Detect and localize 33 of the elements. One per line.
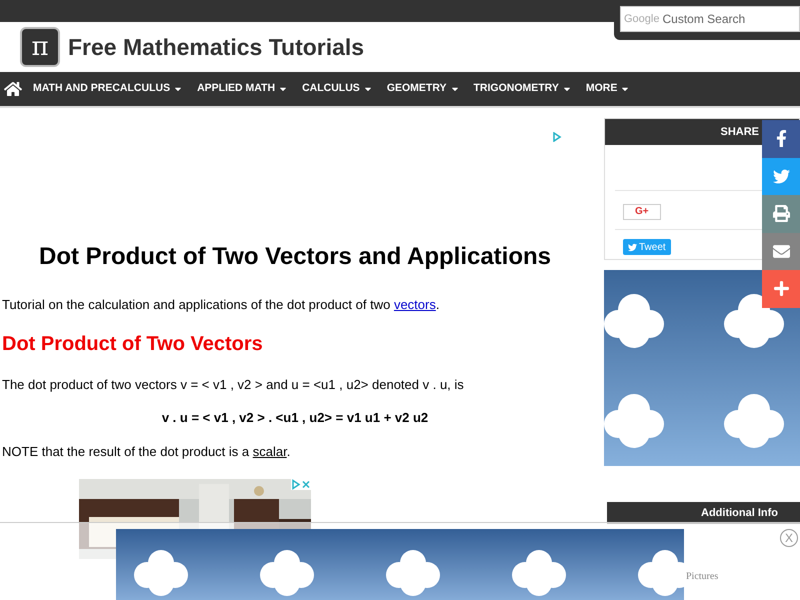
print-share-button[interactable] (762, 195, 800, 232)
more-icon (772, 280, 790, 298)
twitter-share-button[interactable] (762, 158, 800, 195)
more-share-button[interactable] (762, 270, 800, 308)
scalar-link[interactable]: scalar (252, 444, 287, 458)
nav-item[interactable]: CALCULUS (302, 81, 373, 97)
nav-item[interactable]: TRIGONOMETRY (474, 81, 572, 97)
intro-text: Tutorial on the calculation and applications of the dot product of two vectors. (1, 296, 440, 314)
email-share-button[interactable] (762, 232, 800, 270)
email-icon (772, 242, 790, 260)
additional-info-header: Additional Info (607, 502, 800, 524)
nav-item[interactable]: MORE (586, 81, 630, 97)
twitter-icon (772, 168, 790, 185)
facebook-share-button[interactable] (762, 120, 800, 158)
ad-choices-icon[interactable] (552, 132, 562, 142)
search-brand: Google (624, 12, 660, 27)
definition-text: The dot product of two vectors v = < v1 , v2 > and u = <u1 , u2> denoted v . u, is (1, 376, 465, 394)
bird-icon (628, 242, 637, 252)
vectors-link[interactable]: vectors (394, 297, 436, 312)
home-icon[interactable] (4, 81, 22, 97)
print-icon (772, 205, 790, 222)
site-title[interactable]: Free Mathematics Tutorials (68, 30, 364, 64)
nav-item[interactable]: APPLIED MATH (197, 81, 288, 97)
page-title: Dot Product of Two Vectors and Applications (38, 242, 552, 272)
logo-icon[interactable]: π (20, 27, 60, 67)
faded-label: Pictures (686, 570, 718, 583)
google-plus-button[interactable]: G+ (623, 204, 661, 220)
formula: v . u = < v1 , v2 > . <u1 , u2> = v1 u1 + v2 u2 (160, 409, 430, 427)
note-text: NOTE that the result of the dot product is a scalar. (1, 442, 292, 461)
search-input[interactable]: Custom Search (662, 10, 772, 28)
nav-item[interactable]: GEOMETRY (386, 81, 460, 97)
section-heading: Dot Product of Two Vectors (1, 332, 264, 356)
nav-item[interactable]: MATH AND PRECALCULUS (33, 81, 184, 97)
